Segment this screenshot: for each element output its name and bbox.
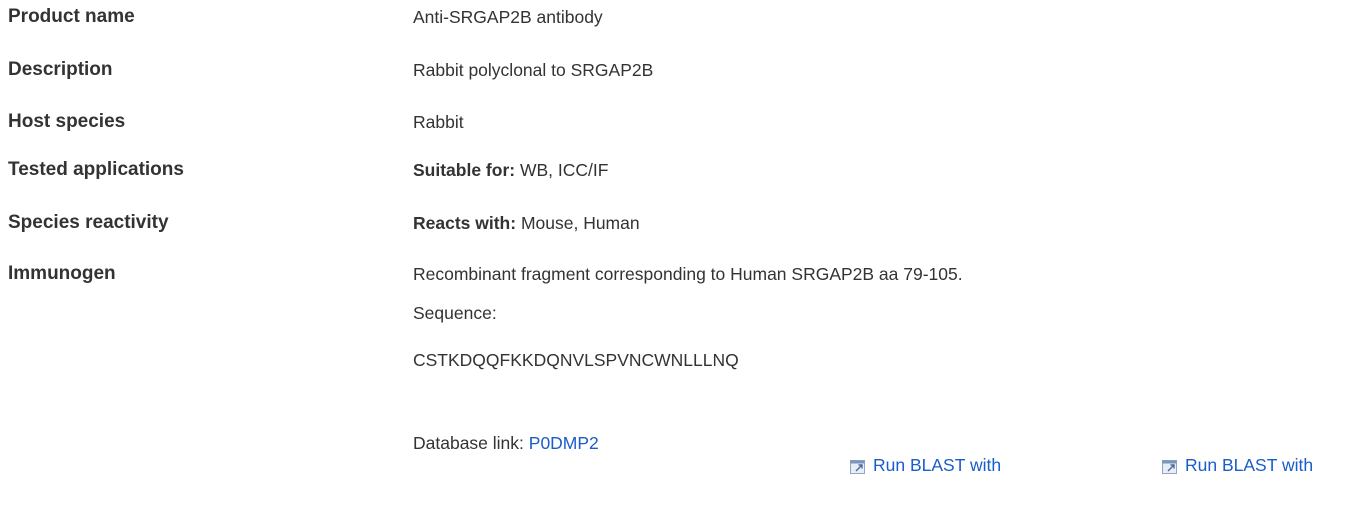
run-blast-button-2[interactable]: Run BLAST with [1162, 453, 1313, 477]
value-description: Rabbit polyclonal to SRGAP2B [413, 60, 654, 80]
row-product-name: Product name Anti-SRGAP2B antibody [8, 5, 1358, 35]
label-description: Description [8, 59, 113, 80]
value-product-name: Anti-SRGAP2B antibody [413, 7, 603, 27]
label-species-reactivity: Species reactivity [8, 212, 169, 233]
database-link-prefix: Database link: [413, 433, 529, 453]
run-blast-label-2: Run BLAST with [1185, 455, 1314, 475]
sequence-label: Sequence: [413, 303, 497, 323]
row-immunogen: Immunogen Recombinant fragment correspon… [8, 262, 1358, 292]
value-species-reactivity: Reacts with: Mouse, Human [413, 211, 640, 235]
database-link-line: Database link: P0DMP2 [413, 431, 599, 455]
database-link-p0dmp2[interactable]: P0DMP2 [529, 433, 599, 453]
sequence-value: CSTKDQQFKKDQNVLSPVNCWNLLLNQ [413, 350, 739, 370]
external-link-icon [850, 457, 866, 474]
species-list: Mouse, Human [516, 213, 640, 233]
applications-list: WB, ICC/IF [515, 160, 609, 180]
value-immunogen: Recombinant fragment corresponding to Hu… [413, 264, 963, 284]
value-tested-applications: Suitable for: WB, ICC/IF [413, 158, 608, 182]
row-tested-applications: Tested applications Suitable for: WB, IC… [8, 158, 1358, 188]
reacts-with-label: Reacts with: [413, 213, 517, 233]
label-immunogen: Immunogen [8, 263, 116, 284]
product-datasheet: Product name Anti-SRGAP2B antibody Descr… [0, 0, 1367, 507]
suitable-for-label: Suitable for: [413, 160, 516, 180]
row-description: Description Rabbit polyclonal to SRGAP2B [8, 58, 1358, 88]
label-host-species: Host species [8, 111, 126, 132]
label-product-name: Product name [8, 6, 135, 27]
row-host-species: Host species Rabbit [8, 110, 1358, 140]
row-species-reactivity: Species reactivity Reacts with: Mouse, H… [8, 211, 1358, 241]
external-link-icon [1162, 457, 1178, 474]
value-host-species: Rabbit [413, 112, 464, 132]
run-blast-button-1[interactable]: Run BLAST with [850, 453, 1001, 477]
label-tested-applications: Tested applications [8, 159, 184, 180]
run-blast-label-1: Run BLAST with [873, 455, 1002, 475]
